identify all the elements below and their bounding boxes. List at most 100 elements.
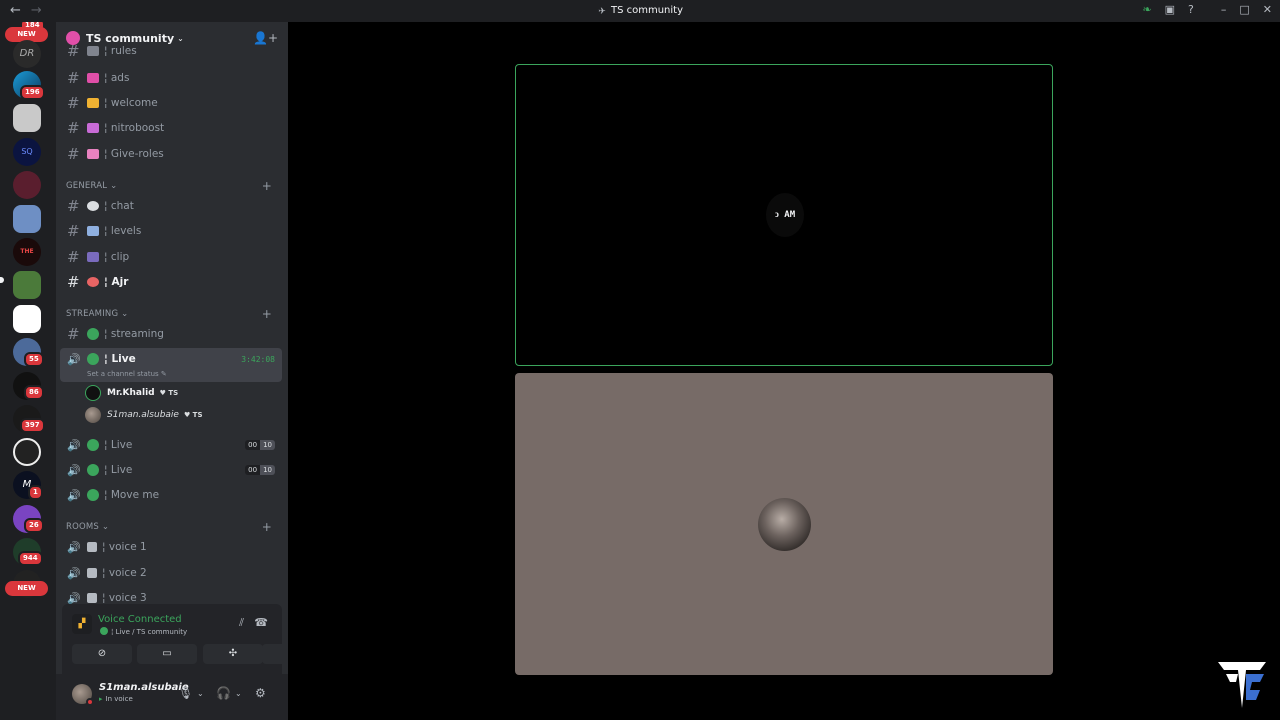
chevron-down-icon[interactable]: ⌄ bbox=[235, 689, 242, 698]
green-circle-icon bbox=[87, 353, 99, 365]
server-icon-13[interactable] bbox=[13, 438, 41, 466]
voice-connected-channel[interactable]: ¦ Live / TS community bbox=[100, 627, 187, 636]
new-badge[interactable]: NEW bbox=[5, 581, 48, 596]
chevron-down-icon[interactable]: ⌄ bbox=[197, 689, 204, 698]
wave-icon bbox=[87, 98, 99, 108]
speaker-emoji-icon bbox=[87, 568, 97, 578]
voice-channel-voice-1[interactable]: 🔊 ¦ voice 1 bbox=[60, 535, 282, 559]
close-icon[interactable]: ✕ bbox=[1263, 3, 1272, 16]
category-general[interactable]: GENERAL ⌄ + bbox=[66, 179, 276, 193]
hash-icon: # bbox=[67, 44, 80, 58]
category-rooms[interactable]: ROOMS ⌄ + bbox=[66, 520, 276, 534]
voice-user[interactable]: Mr.Khalid ♥ TS bbox=[85, 384, 178, 402]
add-channel-icon[interactable]: + bbox=[262, 307, 272, 321]
green-circle-icon bbox=[87, 489, 99, 501]
voice-channel-move-me[interactable]: 🔊 ¦ Move me bbox=[60, 483, 282, 507]
voice-connected-title[interactable]: Voice Connected bbox=[98, 614, 182, 625]
category-label: ROOMS ⌄ bbox=[66, 522, 110, 532]
add-channel-icon[interactable]: + bbox=[262, 179, 272, 193]
signal-icon[interactable]: ▞ bbox=[72, 614, 92, 634]
server-icon-8[interactable] bbox=[13, 271, 41, 299]
headphones-icon[interactable]: 🎧 bbox=[216, 686, 231, 700]
channel-chat[interactable]: # ¦ chat bbox=[60, 194, 282, 218]
hash-icon: # bbox=[67, 119, 80, 137]
speaker-emoji-icon bbox=[87, 542, 97, 552]
microphone-icon[interactable]: 🎙 bbox=[178, 686, 193, 700]
disconnect-icon[interactable]: ☎ bbox=[254, 616, 268, 629]
server-icon-5[interactable] bbox=[13, 171, 41, 199]
voice-user[interactable]: S1man.alsubaie ♥ TS bbox=[85, 406, 203, 424]
server-icon-4[interactable]: SQ bbox=[13, 138, 41, 166]
voice-user-name: Mr.Khalid bbox=[107, 388, 155, 398]
channel-label: ¦ Live bbox=[104, 353, 136, 365]
channel-welcome[interactable]: # ¦ welcome bbox=[60, 91, 282, 115]
voice-channel-live[interactable]: 🔊 ¦ Live 00 10 bbox=[60, 458, 282, 482]
server-name: TS community bbox=[86, 31, 175, 45]
channel-ajr[interactable]: # ¦ Ajr bbox=[60, 270, 282, 294]
guild-pill bbox=[0, 277, 4, 283]
channel-clip[interactable]: # ¦ clip bbox=[60, 245, 282, 269]
channel-label: ¦ levels bbox=[104, 225, 142, 237]
avatar[interactable] bbox=[72, 684, 94, 706]
server-icon-6[interactable] bbox=[13, 205, 41, 233]
screen-share-icon: ▭ bbox=[162, 648, 172, 659]
voice-user-name: S1man.alsubaie bbox=[107, 410, 179, 420]
maximize-icon[interactable]: □ bbox=[1239, 3, 1249, 16]
server-list: 184 NEW DR 196 SQ THE LIFE 55 86 397 M 1… bbox=[0, 22, 56, 720]
soundboard-button[interactable]: ✺ bbox=[262, 644, 288, 664]
balloon-icon bbox=[87, 277, 99, 287]
channel-levels[interactable]: # ¦ levels bbox=[60, 219, 282, 243]
channel-ads[interactable]: # ¦ ads bbox=[60, 66, 282, 90]
server-icon-9[interactable] bbox=[13, 305, 41, 333]
role-tag: ♥ TS bbox=[183, 411, 203, 419]
camera-icon bbox=[87, 252, 99, 262]
channel-rules[interactable]: # ¦ rules bbox=[60, 44, 282, 58]
participant-tile-speaking[interactable]: ↄ AM bbox=[515, 64, 1053, 366]
category-streaming[interactable]: STREAMING ⌄ + bbox=[66, 307, 276, 321]
channel-give-roles[interactable]: # ¦ Give-roles bbox=[60, 142, 282, 166]
help-icon[interactable]: ? bbox=[1188, 3, 1194, 16]
user-count: 00 bbox=[245, 440, 261, 450]
speaker-icon: 🔊 bbox=[67, 566, 81, 580]
channel-streaming[interactable]: # ¦ streaming bbox=[60, 322, 282, 346]
activities-button[interactable]: ✣ bbox=[203, 644, 263, 664]
voice-channel-live[interactable]: 🔊 ¦ Live 00 10 bbox=[60, 433, 282, 457]
inbox-icon[interactable]: ▣ bbox=[1165, 3, 1175, 16]
chevron-down-icon: ⌄ bbox=[177, 33, 184, 43]
avatar bbox=[85, 385, 101, 401]
speaker-icon: 🔊 bbox=[67, 438, 81, 452]
title-bar: ← → ✈ TS community ❧ ▣ ? – □ ✕ bbox=[0, 0, 1280, 22]
add-channel-icon[interactable]: + bbox=[262, 520, 272, 534]
status-indicator bbox=[86, 698, 94, 706]
voice-channel-voice-2[interactable]: 🔊 ¦ voice 2 bbox=[60, 561, 282, 585]
leaf-icon[interactable]: ❧ bbox=[1142, 3, 1151, 16]
camera-toggle-button[interactable]: ⊘ bbox=[72, 644, 132, 664]
channel-nitroboost[interactable]: # ¦ nitroboost bbox=[60, 116, 282, 140]
settings-gear-icon[interactable]: ⚙ bbox=[255, 686, 266, 700]
server-icon-dr[interactable]: DR bbox=[13, 40, 41, 68]
channel-label: ¦ voice 2 bbox=[102, 567, 147, 579]
minimize-icon[interactable]: – bbox=[1221, 3, 1227, 16]
channel-label: ¦ voice 3 bbox=[102, 592, 147, 604]
server-icon-3[interactable] bbox=[13, 104, 41, 132]
participant-tile[interactable] bbox=[515, 373, 1053, 675]
invite-people-icon[interactable]: 👤+ bbox=[253, 31, 278, 45]
speech-bubble-icon bbox=[87, 201, 99, 211]
user-panel: S1man.alsubaie In voice 🎙 ⌄ 🎧 ⌄ ⚙ bbox=[56, 674, 288, 720]
speaker-emoji-icon bbox=[87, 593, 97, 603]
channel-label: ¦ ads bbox=[104, 72, 130, 84]
channel-sidebar: TS community ⌄ 👤+ # ¦ rules # ¦ ads # ¦ … bbox=[56, 22, 288, 720]
ts-logo-icon bbox=[1218, 662, 1266, 708]
noise-suppression-icon[interactable]: ⫽ bbox=[239, 616, 244, 630]
avatar bbox=[758, 498, 811, 551]
hash-icon: # bbox=[67, 222, 80, 240]
server-icon-7[interactable]: THE LIFE bbox=[13, 238, 41, 283]
server-icon: ✈ bbox=[598, 7, 606, 17]
avatar: ↄ AM bbox=[766, 193, 804, 237]
mention-badge: 397 bbox=[20, 418, 45, 433]
channel-label: ¦ welcome bbox=[104, 97, 158, 109]
mention-badge: 196 bbox=[20, 85, 45, 100]
screen-share-button[interactable]: ▭ bbox=[137, 644, 197, 664]
user-name[interactable]: S1man.alsubaie bbox=[99, 682, 189, 693]
channel-status-prompt[interactable]: Set a channel status ✎ bbox=[87, 370, 167, 378]
